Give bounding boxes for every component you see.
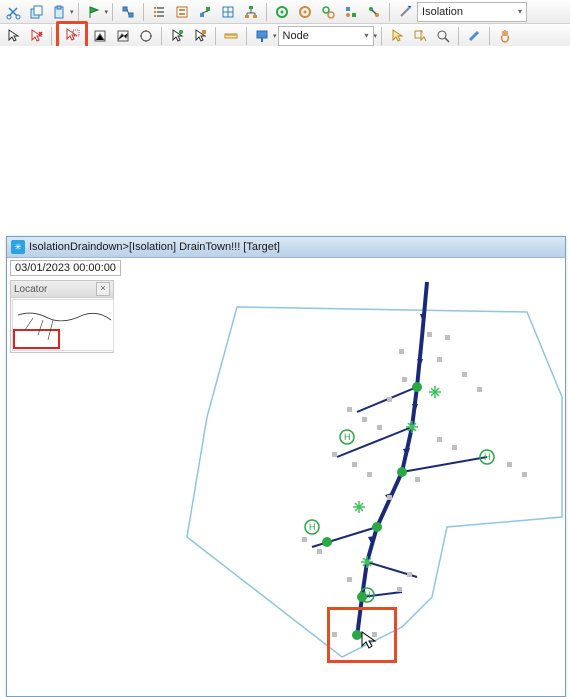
trace-b-button[interactable] — [112, 25, 134, 47]
diagram-button[interactable] — [240, 1, 262, 23]
paste-dropdown-arrow[interactable]: ▾ — [70, 8, 74, 16]
pointer-button[interactable] — [2, 25, 24, 47]
separator — [246, 27, 247, 45]
find-a-button[interactable] — [386, 25, 408, 47]
svg-text:H: H — [364, 590, 371, 600]
element-type-dropdown-arrow[interactable]: ▾ — [374, 32, 378, 40]
timestamp-display[interactable]: 03/01/2023 00:00:00 — [10, 260, 121, 276]
flag-button[interactable] — [83, 1, 105, 23]
map-window-title: IsolationDraindown>[Isolation] DrainTown… — [29, 241, 280, 253]
separator — [458, 27, 459, 45]
find-c-button[interactable] — [432, 25, 454, 47]
flag-dropdown-arrow[interactable]: ▾ — [105, 8, 109, 16]
separator — [112, 3, 113, 21]
scenario-combo[interactable]: Isolation ▾ — [417, 2, 527, 22]
separator — [161, 27, 162, 45]
separator — [51, 27, 52, 45]
timestamp-value: 03/01/2023 00:00:00 — [15, 262, 116, 274]
element-type-combo[interactable]: Node ▾ — [278, 26, 374, 46]
separator — [489, 27, 490, 45]
paste-button[interactable] — [48, 1, 70, 23]
grid-button[interactable] — [217, 1, 239, 23]
element-type-label: Node — [283, 30, 309, 42]
cut-button[interactable] — [2, 1, 24, 23]
arrow-b-button[interactable] — [189, 25, 211, 47]
separator — [266, 3, 267, 21]
separator — [143, 3, 144, 21]
svg-text:H: H — [484, 452, 491, 462]
target-button[interactable] — [135, 25, 157, 47]
scenario-combo-label: Isolation — [422, 6, 463, 18]
config-a-button[interactable] — [194, 1, 216, 23]
svg-text:H: H — [309, 522, 316, 532]
pointer-red-button[interactable] — [25, 25, 47, 47]
gears-button[interactable] — [317, 1, 339, 23]
list-button[interactable] — [148, 1, 170, 23]
copy-button[interactable] — [25, 1, 47, 23]
svg-text:H: H — [344, 432, 351, 442]
paint-dropdown-arrow[interactable]: ▾ — [273, 32, 277, 40]
arrow-a-button[interactable] — [166, 25, 188, 47]
separator — [389, 3, 390, 21]
trace-a-button[interactable] — [89, 25, 111, 47]
wizard-button[interactable] — [394, 1, 416, 23]
gear-orange-button[interactable] — [294, 1, 316, 23]
flow-button[interactable] — [363, 1, 385, 23]
color-button[interactable] — [463, 25, 485, 47]
pan-button[interactable] — [494, 25, 516, 47]
paint-button[interactable] — [251, 25, 273, 47]
separator — [215, 27, 216, 45]
ruler-button[interactable] — [220, 25, 242, 47]
mdi-client-area: ✳ IsolationDraindown>[Isolation] DrainTo… — [0, 46, 570, 651]
network-icon: ✳ — [11, 240, 25, 254]
config-b-button[interactable] — [340, 1, 362, 23]
dropdown-icon: ▾ — [365, 31, 369, 40]
separator — [78, 3, 79, 21]
separator — [381, 27, 382, 45]
gear-green-button[interactable] — [271, 1, 293, 23]
main-toolbar-2: ▾ Node ▾ ▾ — [0, 24, 570, 48]
network-canvas[interactable]: H H H H — [7, 277, 563, 695]
tool-a-button[interactable] — [117, 1, 139, 23]
form-button[interactable] — [171, 1, 193, 23]
map-window-titlebar[interactable]: ✳ IsolationDraindown>[Isolation] DrainTo… — [7, 237, 565, 258]
dropdown-icon: ▾ — [518, 7, 522, 16]
find-b-button[interactable] — [409, 25, 431, 47]
map-window: ✳ IsolationDraindown>[Isolation] DrainTo… — [6, 236, 566, 697]
